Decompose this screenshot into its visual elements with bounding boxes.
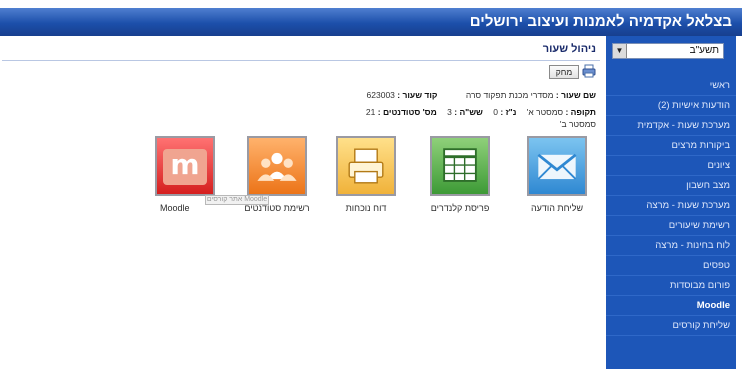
moodle-label[interactable]: Moodle — [160, 203, 190, 213]
sidebar-item-messages[interactable]: הודעות אישיות (2) — [606, 96, 736, 116]
calendar-tile[interactable] — [430, 136, 490, 196]
hours-label: שש"ה : — [454, 107, 483, 117]
sidebar-item-lessons[interactable]: רשימת שיעורים — [606, 216, 736, 236]
course-name-value: מסדרי מכנת תפקוד סרה — [465, 90, 554, 100]
students-value: 21 — [365, 107, 376, 117]
semester-select[interactable]: ▼ תשע"ב — [612, 43, 724, 59]
course-name-label: שם שעור : — [555, 90, 596, 100]
sidebar-item-account[interactable]: מצב חשבון — [606, 176, 736, 196]
credits-label: נ"ז : — [500, 107, 517, 117]
sidebar-item-forms[interactable]: טפסים — [606, 256, 736, 276]
group-icon — [257, 152, 297, 181]
course-details-line: תקופה : סמסטר א' נ"ז : 0 שש"ה : 3 מס' סט… — [358, 107, 596, 117]
envelope-icon — [537, 153, 577, 180]
calendar-label[interactable]: פריסת קלנדרים — [410, 203, 510, 213]
delete-button[interactable]: מחק — [549, 65, 579, 79]
attendance-report-tile[interactable] — [336, 136, 396, 196]
sidebar-item-grades[interactable]: ציונים — [606, 156, 736, 176]
students-label: מס' סטודנטים : — [377, 107, 437, 117]
sidebar-item-courses[interactable]: שליחת קורסים — [606, 316, 736, 336]
sidebar-item-exams[interactable]: לוח בחינות - מרצה — [606, 236, 736, 256]
attendance-report-label[interactable]: דוח נוכחות — [316, 203, 416, 213]
moodle-icon: m — [163, 149, 207, 185]
hours-value: 3 — [447, 107, 452, 117]
course-code-label: קוד שעור : — [397, 90, 438, 100]
printer-icon[interactable] — [582, 64, 596, 78]
student-list-tile[interactable] — [247, 136, 307, 196]
app-title: בצלאל אקדמיה לאמנות ועיצוב ירושלים — [469, 13, 732, 30]
sidebar-item-moodle[interactable]: Moodle — [606, 296, 736, 316]
period-value: סמסטר א' — [526, 107, 564, 117]
sidebar-item-main[interactable]: ראשי — [606, 76, 736, 96]
semester-value: תשע"ב — [689, 45, 719, 56]
calendar-icon — [443, 148, 477, 182]
top-banner: בצלאל אקדמיה לאמנות ועיצוב ירושלים — [0, 8, 742, 36]
moodle-tooltip: אתר קורסים Moodle — [205, 195, 269, 205]
sidebar-item-schedule-academic[interactable]: מערכת שעות - אקדמית — [606, 116, 736, 136]
page-title: ניהול שעור — [542, 43, 596, 55]
sidebar-item-forum[interactable]: פורום מבוסדות — [606, 276, 736, 296]
course-code-value: 623003 — [366, 90, 395, 100]
printer-icon — [348, 148, 384, 184]
sidebar-menu: ראשי הודעות אישיות (2) מערכת שעות - אקדמ… — [606, 76, 736, 336]
semester-b-note: סמסטר ב' — [559, 119, 596, 129]
send-message-tile[interactable] — [527, 136, 587, 196]
sidebar: ▼ תשע"ב ראשי הודעות אישיות (2) מערכת שעו… — [606, 36, 736, 369]
period-label: תקופה : — [565, 107, 596, 117]
chevron-down-icon[interactable]: ▼ — [613, 44, 627, 58]
sidebar-item-schedule-lecturer[interactable]: מערכת שעות - מרצה — [606, 196, 736, 216]
send-message-label[interactable]: שליחת הודעה — [507, 203, 607, 213]
moodle-tile[interactable]: m — [155, 136, 215, 196]
sidebar-item-reviews[interactable]: ביקורות מרצים — [606, 136, 736, 156]
credits-value: 0 — [493, 107, 499, 117]
main-content: ניהול שעור מחק שם שעור : מסדרי מכנת תפקו… — [0, 36, 606, 369]
course-info-line: שם שעור : מסדרי מכנת תפקוד סרה קוד שעור … — [367, 90, 596, 100]
title-divider — [2, 60, 600, 61]
